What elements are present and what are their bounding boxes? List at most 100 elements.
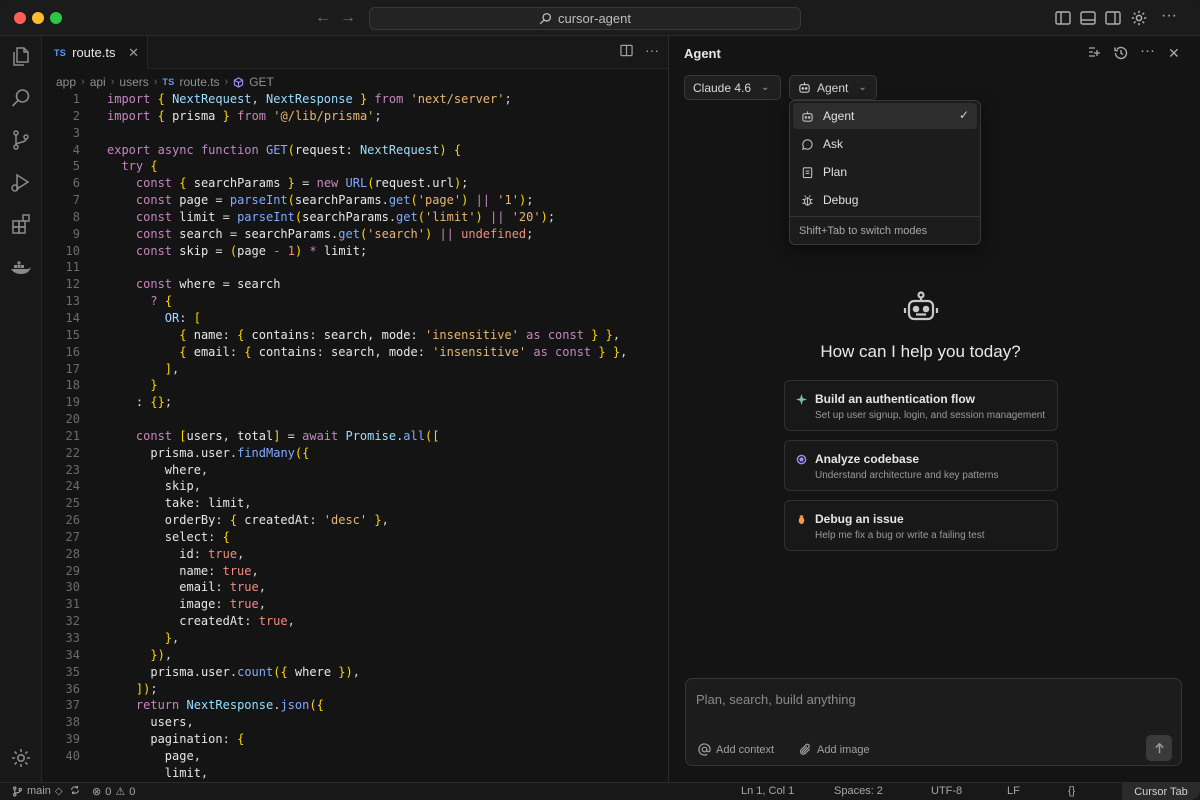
chat-input[interactable] — [696, 689, 1166, 709]
eol-setting[interactable]: LF — [1007, 785, 1020, 797]
encoding-setting[interactable]: UTF-8 — [931, 785, 962, 797]
code-text: const { searchParams } = new URL(request… — [135, 176, 469, 191]
breadcrumb-item[interactable]: route.ts — [180, 75, 220, 89]
history-icon[interactable] — [1113, 45, 1129, 61]
send-button[interactable] — [1146, 735, 1172, 761]
code-line[interactable]: 23 where, — [42, 462, 668, 479]
run-debug-icon[interactable] — [9, 170, 33, 194]
forward-arrow-icon[interactable]: → — [338, 8, 358, 28]
breadcrumb-item[interactable]: users — [119, 75, 148, 89]
minimize-window-button[interactable] — [32, 12, 44, 24]
code-line[interactable]: 24 skip, — [42, 478, 668, 495]
mode-option-debug[interactable]: Debug — [793, 187, 977, 213]
toggle-secondary-sidebar-icon[interactable] — [1104, 9, 1122, 27]
code-line[interactable]: 33 }, — [42, 630, 668, 647]
code-line[interactable]: 30 email: true, — [42, 579, 668, 596]
breadcrumb-item[interactable]: api — [90, 75, 106, 89]
code-line[interactable]: 36 ]); — [42, 681, 668, 698]
code-line[interactable]: 1 import { NextRequest, NextResponse } fr… — [42, 91, 668, 108]
cursor-tab-toggle[interactable]: Cursor Tab — [1122, 783, 1200, 800]
mode-option-plan[interactable]: Plan — [793, 159, 977, 185]
code-line[interactable]: 3 — [42, 125, 668, 142]
indentation-setting[interactable]: Spaces: 2 — [834, 785, 883, 797]
code-line[interactable]: 16 { email: { contains: search, mode: 'i… — [42, 344, 668, 361]
code-line[interactable]: 32 createdAt: true, — [42, 613, 668, 630]
code-line[interactable]: 18 } — [42, 377, 668, 394]
code-line[interactable]: 21 const [users, total] = await Promise.… — [42, 428, 668, 445]
code-line[interactable]: 4 export async function GET(request: Next… — [42, 142, 668, 159]
code-line[interactable]: 13 ? { — [42, 293, 668, 310]
breadcrumb-item[interactable]: app — [56, 75, 76, 89]
code-line[interactable]: 34 }), — [42, 647, 668, 664]
code-text: orderBy: { createdAt: 'desc' }, — [164, 513, 389, 528]
sync-icon[interactable] — [70, 785, 80, 795]
source-control-icon[interactable] — [9, 128, 33, 152]
new-chat-icon[interactable] — [1086, 45, 1102, 61]
toggle-primary-sidebar-icon[interactable] — [1054, 9, 1072, 27]
add-image-button[interactable]: Add image — [799, 743, 870, 756]
model-selector[interactable]: Claude 4.6 ⌄ — [684, 75, 781, 100]
code-line[interactable]: 20 — [42, 411, 668, 428]
code-line[interactable]: 28 id: true, — [42, 546, 668, 563]
maximize-window-button[interactable] — [50, 12, 62, 24]
extensions-icon[interactable] — [9, 212, 33, 236]
close-panel-icon[interactable]: ✕ — [1168, 45, 1184, 61]
code-line[interactable]: 26 orderBy: { createdAt: 'desc' }, — [42, 512, 668, 529]
code-line[interactable]: 11 — [42, 259, 668, 276]
close-tab-icon[interactable]: ✕ — [128, 45, 139, 61]
settings-gear-icon[interactable] — [1130, 9, 1148, 27]
code-line[interactable]: 17 ], — [42, 361, 668, 378]
close-window-button[interactable] — [14, 12, 26, 24]
code-line[interactable]: 15 { name: { contains: search, mode: 'in… — [42, 327, 668, 344]
code-line[interactable]: 38 users, — [42, 714, 668, 731]
code-line[interactable]: 40 page, — [42, 748, 668, 765]
split-editor-icon[interactable] — [620, 44, 633, 60]
command-search-bar[interactable]: cursor-agent — [369, 7, 801, 30]
code-line[interactable]: 12 const where = search — [42, 276, 668, 293]
code-line[interactable]: 10 const skip = (page - 1) * limit; — [42, 243, 668, 260]
problems-indicator[interactable]: ⊗ 0 ⚠ 0 — [92, 785, 135, 799]
language-mode-icon[interactable]: {} — [1068, 785, 1075, 797]
code-line[interactable]: 8 const limit = parseInt(searchParams.ge… — [42, 209, 668, 226]
code-line[interactable]: 22 prisma.user.findMany({ — [42, 445, 668, 462]
editor-more-icon[interactable]: ··· — [645, 43, 659, 60]
more-options-icon[interactable]: ··· — [1161, 8, 1179, 27]
back-arrow-icon[interactable]: ← — [313, 8, 333, 28]
code-line[interactable]: 19 : {}; — [42, 394, 668, 411]
code-area[interactable]: 1 import { NextRequest, NextResponse } fr… — [42, 91, 668, 782]
line-number: 13 — [65, 294, 80, 309]
agent-more-icon[interactable]: ··· — [1140, 43, 1156, 61]
code-line[interactable]: 39 pagination: { — [42, 731, 668, 748]
code-line[interactable]: limit, — [42, 765, 668, 782]
code-line[interactable]: 25 take: limit, — [42, 495, 668, 512]
code-line[interactable]: 35 prisma.user.count({ where }), — [42, 664, 668, 681]
add-context-button[interactable]: Add context — [698, 743, 774, 756]
tab-route-ts[interactable]: TS route.ts ✕ — [42, 36, 148, 69]
suggestion-card-auth[interactable]: Build an authentication flow Set up user… — [784, 380, 1058, 431]
suggestion-card-analyze[interactable]: Analyze codebase Understand architecture… — [784, 440, 1058, 491]
code-line[interactable]: 9 const search = searchParams.get('searc… — [42, 226, 668, 243]
line-number: 23 — [65, 462, 80, 477]
code-line[interactable]: 29 name: true, — [42, 563, 668, 580]
code-line[interactable]: 2 import { prisma } from '@/lib/prisma'; — [42, 108, 668, 125]
line-number: 17 — [65, 361, 80, 376]
code-line[interactable]: 6 const { searchParams } = new URL(reque… — [42, 175, 668, 192]
mode-selector[interactable]: Agent ⌄ — [789, 75, 877, 100]
code-line[interactable]: 7 const page = parseInt(searchParams.get… — [42, 192, 668, 209]
manage-gear-icon[interactable] — [9, 746, 33, 770]
search-icon[interactable] — [9, 86, 33, 110]
suggestion-card-debug[interactable]: Debug an issue Help me fix a bug or writ… — [784, 500, 1058, 551]
code-line[interactable]: 37 return NextResponse.json({ — [42, 697, 668, 714]
code-line[interactable]: 14 OR: [ — [42, 310, 668, 327]
cursor-position[interactable]: Ln 1, Col 1 — [741, 785, 794, 797]
toggle-panel-icon[interactable] — [1079, 9, 1097, 27]
code-line[interactable]: 27 select: { — [42, 529, 668, 546]
code-line[interactable]: 5 try { — [42, 158, 668, 175]
mode-option-agent[interactable]: Agent ✓ — [793, 103, 977, 129]
docker-icon[interactable] — [9, 256, 33, 280]
branch-indicator[interactable]: main ◇ — [12, 785, 63, 797]
explorer-files-icon[interactable] — [9, 44, 33, 68]
mode-option-ask[interactable]: Ask — [793, 131, 977, 157]
breadcrumb-item[interactable]: GET — [249, 75, 274, 89]
code-line[interactable]: 31 image: true, — [42, 596, 668, 613]
